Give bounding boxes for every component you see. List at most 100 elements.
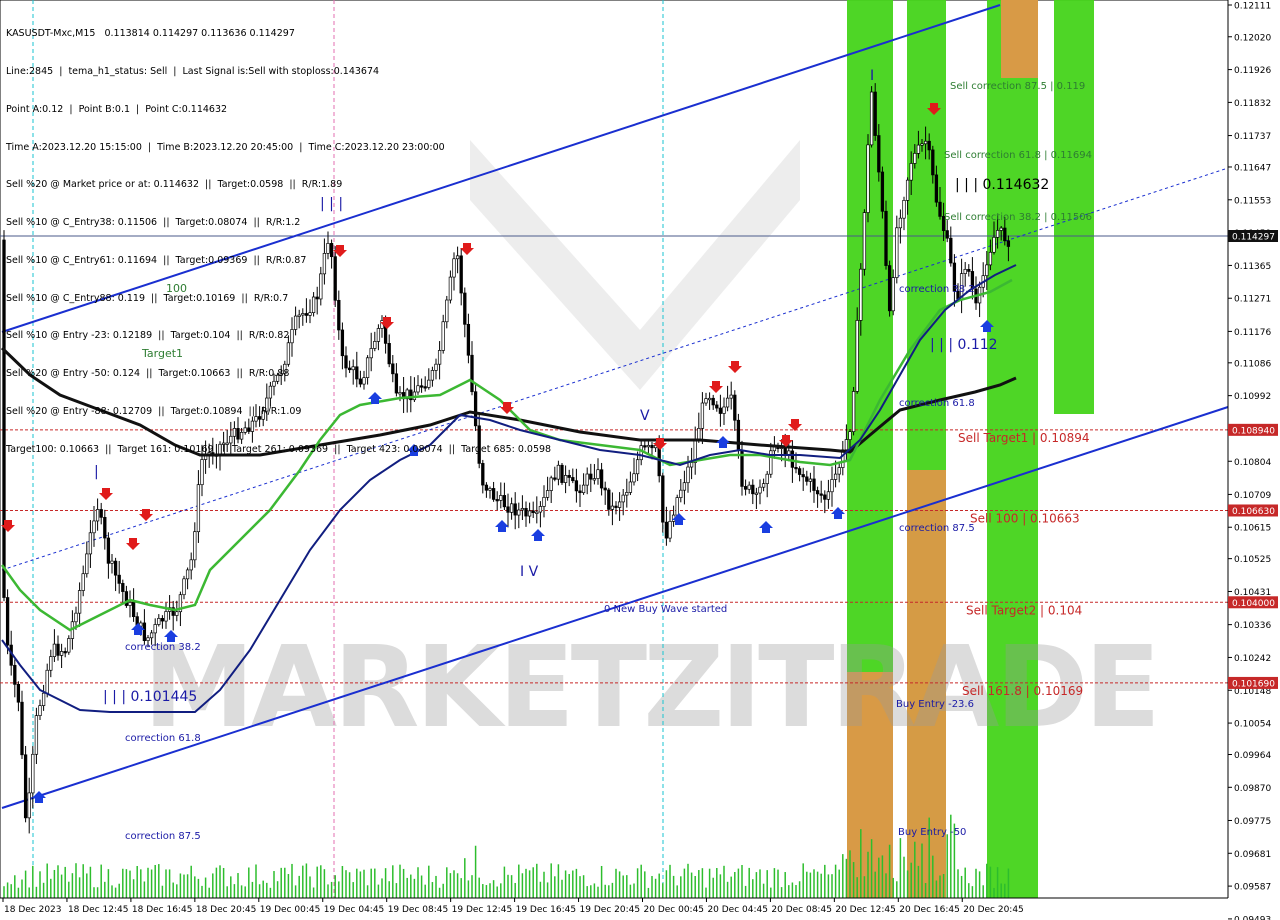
chart-annotation: Sell correction 61.8 | 0.11694: [944, 150, 1092, 161]
target-level-label: Sell Target1 | 0.10894: [958, 431, 1090, 445]
candle-body: [758, 486, 762, 494]
candle-body: [700, 402, 705, 429]
candle-body: [826, 491, 831, 500]
candle-body: [596, 469, 600, 479]
candle-body: [916, 144, 921, 154]
candle-body: [502, 495, 507, 508]
chart-annotation: Sell correction 87.5 | 0.119: [950, 81, 1085, 92]
price-tick-label: 0.09964: [1234, 751, 1271, 761]
target-level-label: Sell 100 | 0.10663: [970, 511, 1080, 525]
time-tick-label: 20 Dec 12:45: [835, 905, 896, 915]
candle-body: [599, 469, 604, 489]
candle-body: [733, 394, 737, 421]
time-tick-label: 19 Dec 16:45: [516, 905, 577, 915]
candle-body: [751, 484, 755, 495]
signal-band: [1001, 0, 1038, 78]
candle-body: [927, 140, 931, 151]
candle-body: [524, 508, 528, 517]
candle-body: [56, 643, 60, 656]
chart-annotation: correction 87.5: [899, 523, 975, 534]
candle-body: [880, 171, 885, 212]
candle-body: [164, 611, 168, 622]
info-line: Line:2845 | tema_h1_status: Sell | Last …: [6, 65, 380, 77]
price-label-text: 0.104000: [1232, 599, 1275, 609]
candle-body: [635, 459, 640, 475]
candle-body: [887, 265, 892, 312]
candle-body: [715, 404, 719, 409]
candle-body: [934, 174, 939, 203]
info-line: Sell %20 @ Entry -88: 0.12709 || Target:…: [6, 406, 302, 417]
candle-body: [851, 391, 856, 432]
candle-body: [603, 487, 607, 491]
time-tick-label: 19 Dec 20:45: [580, 905, 641, 915]
candle-body: [905, 179, 910, 201]
candle-body: [77, 590, 82, 614]
candle-body: [833, 473, 838, 480]
candle-body: [877, 135, 881, 173]
candle-body: [675, 497, 679, 516]
candle-body: [895, 227, 899, 278]
candle-body: [81, 573, 85, 591]
price-tick-label: 0.12111: [1234, 2, 1271, 12]
candle-body: [682, 482, 687, 491]
candle-body: [815, 490, 820, 495]
candle-body: [830, 479, 834, 493]
candle-body: [581, 484, 586, 494]
candle-body: [743, 486, 748, 490]
time-tick-label: 20 Dec 04:45: [707, 905, 768, 915]
chart-annotation: | | | 0.114632: [955, 177, 1049, 193]
candle-body: [761, 483, 766, 488]
candle-body: [643, 445, 647, 448]
price-tick-label: 0.11271: [1234, 295, 1271, 305]
info-line: Sell %10 @ Entry -23: 0.12189 || Target:…: [6, 330, 290, 342]
candle-body: [898, 217, 903, 229]
info-line: Sell %10 @ C_Entry38: 0.11506 || Target:…: [6, 217, 301, 229]
candle-body: [765, 473, 769, 484]
candle-body: [571, 477, 575, 482]
candle-body: [920, 143, 924, 146]
candle-body: [99, 509, 103, 518]
info-line: Sell %10 @ C_Entry61: 0.11694 || Target:…: [6, 254, 307, 266]
candle-body: [95, 509, 100, 522]
candle-body: [49, 656, 53, 671]
candle-body: [41, 692, 46, 706]
price-tick-label: 0.12020: [1234, 33, 1271, 43]
candle-body: [16, 684, 21, 703]
price-tick-label: 0.10804: [1234, 458, 1271, 468]
price-label-text: 0.106630: [1232, 507, 1275, 517]
candle-body: [13, 664, 17, 685]
candle-body: [59, 651, 64, 656]
candle-body: [38, 705, 42, 716]
time-tick-label: 20 Dec 00:45: [644, 905, 705, 915]
chart-annotation: Buy Entry -50: [898, 827, 966, 838]
candle-body: [92, 520, 96, 534]
candle-body: [509, 503, 514, 513]
candle-body: [117, 574, 121, 584]
candle-body: [106, 537, 111, 564]
candle-body: [729, 394, 733, 399]
candle-body: [506, 506, 510, 513]
signal-band: [987, 0, 1038, 898]
candle-body: [2, 239, 6, 598]
candle-body: [85, 553, 89, 575]
candle-body: [707, 397, 712, 401]
candle-body: [725, 397, 730, 408]
info-line: Sell %20 @ Entry -50: 0.124 || Target:0.…: [6, 368, 290, 380]
candle-body: [113, 560, 118, 576]
time-tick-label: 18 Dec 12:45: [68, 905, 129, 915]
chart-annotation: correction 61.8: [125, 733, 201, 744]
chart-annotation: | | | 0.112: [930, 337, 998, 353]
candle-body: [884, 210, 888, 266]
price-tick-label: 0.10992: [1234, 392, 1271, 402]
price-label-text: 0.101690: [1232, 679, 1275, 689]
candle-body: [67, 638, 71, 653]
candle-body: [484, 484, 489, 491]
candle-body: [610, 505, 615, 510]
info-line: KASUSDT-Mxc,M15 0.113814 0.114297 0.1136…: [6, 28, 295, 40]
candle-body: [621, 494, 625, 503]
time-tick-label: 20 Dec 20:45: [963, 905, 1024, 915]
candle-body: [722, 406, 726, 414]
candle-body: [859, 268, 863, 321]
candle-body: [679, 489, 683, 498]
time-tick-label: 19 Dec 04:45: [324, 905, 385, 915]
